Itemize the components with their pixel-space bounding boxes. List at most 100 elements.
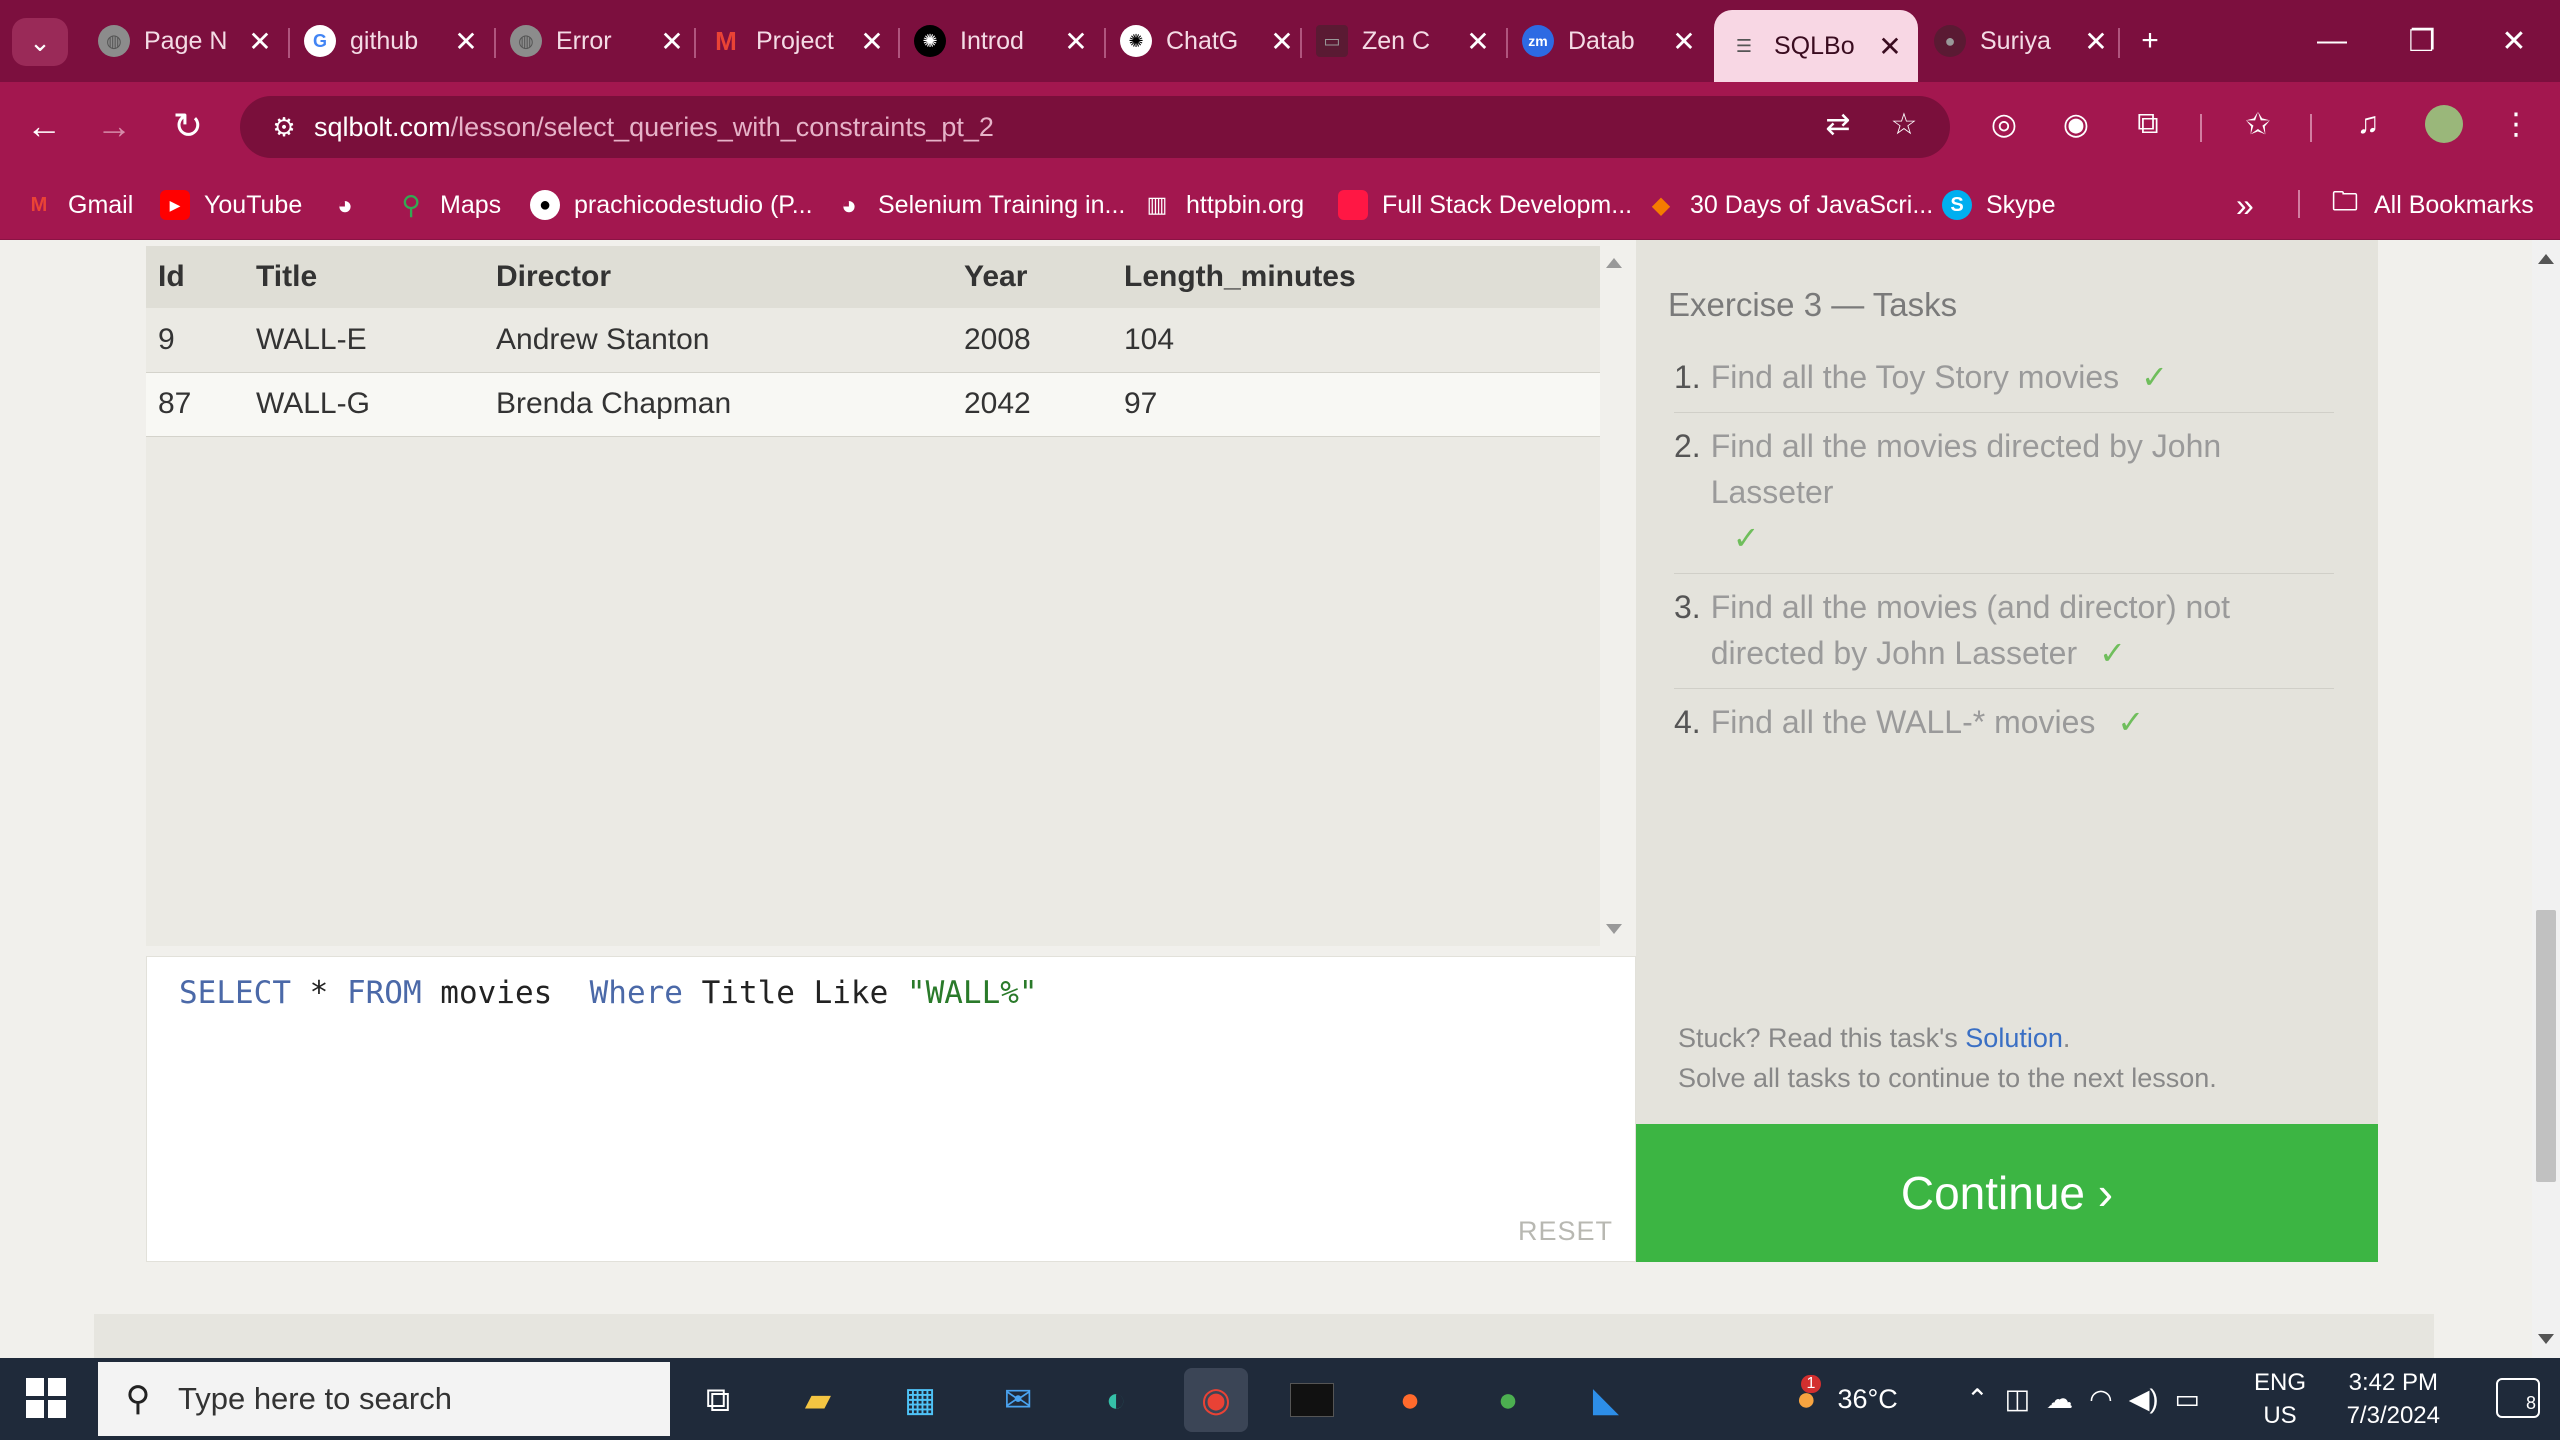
scroll-down-icon[interactable] bbox=[1606, 924, 1622, 934]
chevron-up-icon[interactable]: ⌃ bbox=[1966, 1384, 1989, 1415]
close-icon[interactable]: ✕ bbox=[858, 25, 886, 58]
clock-time: 3:42 PM bbox=[2348, 1369, 2438, 1396]
task-view-button[interactable]: ⧉ bbox=[686, 1368, 750, 1432]
postman-button[interactable]: ● bbox=[1378, 1368, 1442, 1432]
bookmark-label: Selenium Training in... bbox=[878, 190, 1126, 219]
profile-avatar[interactable] bbox=[2416, 96, 2472, 152]
close-icon[interactable]: ✕ bbox=[246, 25, 274, 58]
reset-button[interactable]: RESET bbox=[1518, 1216, 1613, 1247]
close-icon[interactable]: ✕ bbox=[2082, 25, 2110, 58]
bookmark-maps[interactable]: ⚲ Maps bbox=[396, 184, 501, 226]
more-bookmarks-button[interactable]: » bbox=[2236, 184, 2254, 226]
sql-editor[interactable]: SELECT * FROM movies Where Title Like "W… bbox=[146, 956, 1636, 1262]
extension-target-icon[interactable]: ◎ bbox=[1976, 96, 2032, 152]
close-icon[interactable]: ✕ bbox=[658, 25, 686, 58]
bookmark-prachicodestudio[interactable]: ● prachicodestudio (P... bbox=[530, 184, 813, 226]
tab-strip: ⌄ ◍ Page N ✕ G github ✕ ◍ Error ✕ M Proj… bbox=[0, 0, 2560, 82]
file-explorer-button[interactable]: ▰ bbox=[786, 1368, 850, 1432]
menu-kebab-icon[interactable]: ⋮ bbox=[2488, 96, 2544, 152]
results-scrollbar[interactable] bbox=[1600, 246, 1630, 946]
weather-widget[interactable]: ● 1 36°C bbox=[1796, 1358, 1898, 1440]
site-settings-icon[interactable]: ⚙ bbox=[254, 112, 314, 143]
back-button[interactable]: ← bbox=[16, 98, 72, 154]
tab-title: Datab bbox=[1568, 26, 1635, 55]
clock-date: 7/3/2024 bbox=[2346, 1402, 2440, 1429]
translate-icon[interactable]: ⇄ bbox=[1810, 96, 1866, 152]
bookmark-gmail[interactable]: M Gmail bbox=[24, 184, 134, 226]
bookmark-globe[interactable]: ◕ bbox=[330, 184, 374, 226]
scroll-up-icon[interactable] bbox=[1606, 258, 1622, 268]
terminal-button[interactable] bbox=[1280, 1368, 1344, 1432]
new-tab-button[interactable]: + bbox=[2120, 14, 2180, 68]
tab-project[interactable]: M Project ✕ bbox=[696, 12, 900, 70]
tab-github-search[interactable]: G github ✕ bbox=[290, 12, 494, 70]
close-icon[interactable]: ✕ bbox=[452, 25, 480, 58]
page-scrollbar[interactable] bbox=[2532, 240, 2560, 1358]
language-code: ENG bbox=[2254, 1369, 2307, 1396]
notification-center-button[interactable]: 8 bbox=[2496, 1378, 2540, 1418]
task-text: Find all the movies (and director) not d… bbox=[1711, 584, 2334, 676]
close-icon[interactable]: ✕ bbox=[1464, 25, 1492, 58]
bookmark-skype[interactable]: S Skype bbox=[1942, 184, 2055, 226]
close-icon[interactable]: ✕ bbox=[1268, 25, 1296, 58]
tab-search-menu-button[interactable]: ⌄ bbox=[12, 18, 68, 66]
meet-icon[interactable]: ◫ bbox=[2005, 1384, 2031, 1415]
tab-sqlbolt[interactable]: ☰ SQLBo ✕ bbox=[1714, 10, 1918, 82]
mongodb-icon: ● bbox=[1497, 1380, 1519, 1419]
mail-button[interactable]: ✉ bbox=[986, 1368, 1050, 1432]
tab-chatgpt[interactable]: ✺ ChatG ✕ bbox=[1106, 12, 1310, 70]
scroll-down-icon[interactable] bbox=[2538, 1334, 2554, 1344]
wifi-icon[interactable]: ◠ bbox=[2089, 1384, 2113, 1415]
extensions-puzzle-icon[interactable]: ⧉ bbox=[2120, 96, 2176, 152]
tab-suriya[interactable]: ● Suriya ✕ bbox=[1920, 12, 2124, 70]
tab-database[interactable]: zm Datab ✕ bbox=[1508, 12, 1712, 70]
bookmark-full-stack[interactable]: Full Stack Developm... bbox=[1338, 184, 1632, 226]
onedrive-icon[interactable]: ☁ bbox=[2046, 1384, 2073, 1415]
close-icon[interactable]: ✕ bbox=[1876, 30, 1904, 63]
media-control-icon[interactable]: ♫ bbox=[2340, 96, 2396, 152]
continue-button[interactable]: Continue › bbox=[1636, 1124, 2378, 1262]
toolbar-separator bbox=[2310, 114, 2312, 142]
close-window-button[interactable]: ✕ bbox=[2484, 14, 2544, 68]
bookmark-youtube[interactable]: ▶ YouTube bbox=[160, 184, 302, 226]
chrome-button[interactable]: ◉ bbox=[1184, 1368, 1248, 1432]
tab-intro[interactable]: ✺ Introd ✕ bbox=[900, 12, 1104, 70]
reload-button[interactable]: ↻ bbox=[160, 98, 216, 154]
extension-circle-icon[interactable]: ◉ bbox=[2048, 96, 2104, 152]
sql-query[interactable]: SELECT * FROM movies Where Title Like "W… bbox=[179, 975, 1038, 1011]
scroll-up-icon[interactable] bbox=[2538, 254, 2554, 264]
tab-page[interactable]: ◍ Page N ✕ bbox=[84, 12, 288, 70]
restore-button[interactable]: ❐ bbox=[2392, 14, 2452, 68]
tasks-panel: Exercise 3 — Tasks 1. Find all the Toy S… bbox=[1636, 240, 2378, 1124]
taskbar-search[interactable]: ⚲ Type here to search bbox=[98, 1362, 670, 1436]
tab-error[interactable]: ◍ Error ✕ bbox=[496, 12, 700, 70]
table-cell: Brenda Chapman bbox=[484, 372, 952, 437]
battery-icon[interactable]: ▭ bbox=[2174, 1384, 2200, 1415]
bookmark-30-days-js[interactable]: ◆ 30 Days of JavaScri... bbox=[1646, 184, 1933, 226]
tasks-heading: Exercise 3 — Tasks bbox=[1668, 286, 1958, 323]
address-bar[interactable]: ⚙ sqlbolt.com /lesson/select_queries_wit… bbox=[240, 96, 1950, 158]
minimize-button[interactable]: — bbox=[2302, 14, 2362, 68]
forward-button[interactable]: → bbox=[86, 98, 142, 154]
solution-link[interactable]: Solution bbox=[1965, 1023, 2063, 1053]
bookmark-selenium[interactable]: ◕ Selenium Training in... bbox=[834, 184, 1125, 226]
bookmarks-star-icon[interactable]: ✩ bbox=[2230, 96, 2286, 152]
language-indicator[interactable]: ENG US bbox=[2254, 1366, 2306, 1432]
tab-zen[interactable]: ▭ Zen C ✕ bbox=[1302, 12, 1506, 70]
all-bookmarks-button[interactable]: 🗀 All Bookmarks bbox=[2330, 184, 2534, 226]
vscode-button[interactable]: ◣ bbox=[1574, 1368, 1638, 1432]
sql-keyword: Where bbox=[589, 975, 683, 1011]
close-icon[interactable]: ✕ bbox=[1062, 25, 1090, 58]
star-icon[interactable]: ☆ bbox=[1876, 96, 1932, 152]
volume-icon[interactable]: ◀) bbox=[2129, 1384, 2159, 1415]
bookmark-httpbin[interactable]: ▥ httpbin.org bbox=[1142, 184, 1305, 226]
edge-button[interactable]: ◐ bbox=[1084, 1368, 1148, 1432]
checkmark-icon: ✓ bbox=[2141, 359, 2168, 395]
close-icon[interactable]: ✕ bbox=[1670, 25, 1698, 58]
start-button[interactable] bbox=[26, 1378, 66, 1418]
page-content: Id Title Director Year Length_minutes 9 … bbox=[0, 240, 2532, 1358]
microsoft-store-button[interactable]: ▦ bbox=[888, 1368, 952, 1432]
scrollbar-thumb[interactable] bbox=[2536, 910, 2556, 1182]
mongodb-compass-button[interactable]: ● bbox=[1476, 1368, 1540, 1432]
clock[interactable]: 3:42 PM 7/3/2024 bbox=[2347, 1366, 2440, 1432]
